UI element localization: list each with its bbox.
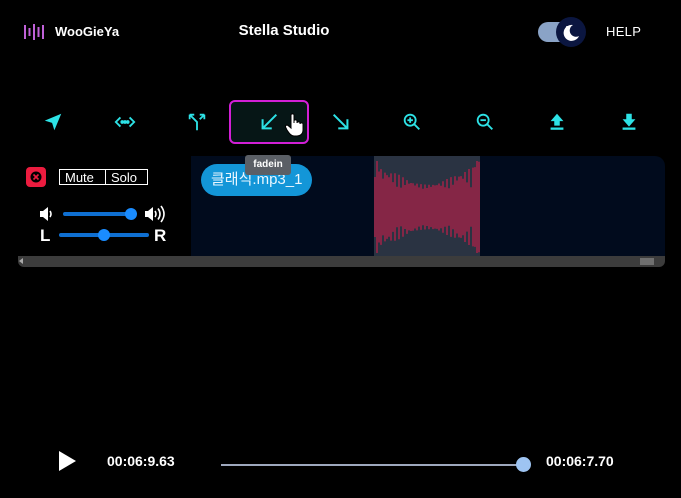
mute-button[interactable]: Mute bbox=[59, 169, 106, 185]
hand-pointer-icon bbox=[285, 113, 304, 137]
pan-right-label: R bbox=[154, 226, 167, 245]
horizontal-arrows-icon[interactable] bbox=[102, 100, 148, 144]
fadein-tooltip: fadein bbox=[245, 155, 291, 175]
total-time: 00:06:7.70 bbox=[546, 453, 614, 469]
current-time: 00:06:9.63 bbox=[107, 453, 175, 469]
waveform bbox=[374, 161, 480, 253]
timeline-scrollbar[interactable] bbox=[18, 256, 665, 267]
help-link[interactable]: HELP bbox=[606, 24, 641, 39]
volume-low-icon bbox=[40, 207, 52, 221]
app-title: Stella Studio bbox=[238, 22, 330, 39]
moon-icon bbox=[556, 17, 586, 47]
pan-left-label: L bbox=[40, 226, 51, 245]
playback-progress[interactable] bbox=[221, 464, 524, 466]
upload-icon[interactable] bbox=[534, 100, 580, 144]
scroll-thumb[interactable] bbox=[640, 258, 654, 265]
solo-button[interactable]: Solo bbox=[105, 169, 148, 185]
pan-slider-knob[interactable] bbox=[98, 229, 110, 241]
arrow-down-right-icon[interactable] bbox=[318, 100, 364, 144]
zoom-in-icon[interactable] bbox=[389, 100, 435, 144]
volume-slider[interactable] bbox=[63, 212, 131, 216]
download-icon[interactable] bbox=[606, 100, 652, 144]
scroll-left-arrow-icon[interactable] bbox=[19, 258, 23, 264]
playback-progress-knob[interactable] bbox=[516, 457, 531, 472]
close-icon bbox=[30, 171, 42, 183]
play-icon[interactable] bbox=[56, 449, 78, 473]
theme-toggle[interactable] bbox=[538, 17, 586, 47]
close-track-button[interactable] bbox=[26, 167, 46, 187]
navigation-arrow-icon[interactable] bbox=[30, 100, 76, 144]
volume-slider-knob[interactable] bbox=[125, 208, 137, 220]
split-arrows-icon[interactable] bbox=[174, 100, 220, 144]
volume-high-icon bbox=[145, 205, 165, 223]
zoom-out-icon[interactable] bbox=[462, 100, 508, 144]
